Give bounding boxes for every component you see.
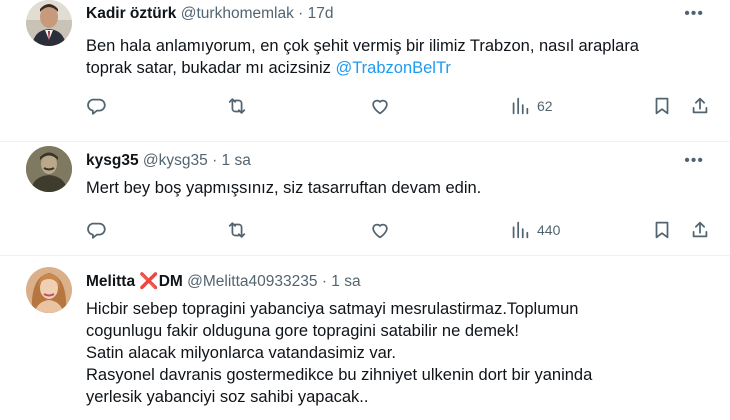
tweet-header: kysg35 @kysg35 · 1 sa [86,151,251,171]
reply-icon [87,98,106,115]
timestamp[interactable]: 1 sa [331,273,360,290]
retweet-button[interactable] [226,219,248,241]
views-button[interactable]: 62 [509,95,553,117]
timestamp[interactable]: 17d [308,5,334,22]
tweet-2[interactable]: kysg35 @kysg35 · 1 sa ••• Mert bey boş y… [0,142,730,256]
tweet-text: Hicbir sebep topragini yabanciya satmayi… [86,298,592,408]
share-button[interactable] [689,219,711,241]
tweet-header: Melitta ❌DM @Melitta40933235 · 1 sa [86,272,361,292]
heart-icon [372,223,388,239]
more-horizontal-icon[interactable]: ••• [684,6,704,22]
reply-button[interactable] [86,219,108,241]
retweet-icon [228,98,246,114]
separator-dot: · [321,273,327,290]
mention-link[interactable]: @TrabzonBelTr [335,59,450,77]
like-button[interactable] [369,95,391,117]
bookmark-icon [655,97,669,115]
tweet-text-line: Mert bey boş yapmışsınız, siz tasarrufta… [86,179,482,197]
tweet-actions: 62 [86,95,714,119]
user-handle[interactable]: @Melitta40933235 [187,273,317,290]
avatar[interactable] [26,0,72,46]
views-count: 62 [537,98,553,114]
share-button[interactable] [689,95,711,117]
tweet-actions: 440 [86,219,714,243]
timestamp[interactable]: 1 sa [222,152,251,169]
tweet-3[interactable]: Melitta ❌DM @Melitta40933235 · 1 sa Hicb… [0,256,730,420]
views-bar-chart-icon [512,97,529,115]
reply-icon [87,222,106,239]
tweet-text: Mert bey boş yapmışsınız, siz tasarrufta… [86,177,481,199]
cross-mark-icon: ❌ [139,273,159,290]
tweet-text-fragment: toprak satar, bukadar mı acizsiniz [86,59,336,77]
tweet-1[interactable]: Kadir öztürk @turkhomemlak · 17d ••• Ben… [0,0,730,142]
views-button[interactable]: 440 [509,219,560,241]
user-handle[interactable]: @turkhomemlak [181,5,294,22]
tweet-text-line: cogunlugu fakir olduguna gore topragini … [86,322,519,340]
share-icon [692,221,708,238]
separator-dot: · [298,5,304,22]
avatar[interactable] [26,146,72,192]
like-button[interactable] [369,219,391,241]
bookmark-icon [655,221,669,239]
tweet-text-line: Rasyonel davranis gostermedikce bu zihni… [86,366,593,384]
display-name[interactable]: kysg35 [86,152,139,169]
tweet-text-line: toprak satar, bukadar mı acizsiniz @Trab… [86,57,639,79]
more-horizontal-icon[interactable]: ••• [684,153,704,169]
tweet-text-line: Ben hala anlamıyorum, en çok şehit vermi… [86,37,639,55]
user-handle[interactable]: @kysg35 [143,152,208,169]
tweet-text-line: Hicbir sebep topragini yabanciya satmayi… [86,300,579,318]
views-bar-chart-icon [512,221,529,239]
tweet-header: Kadir öztürk @turkhomemlak · 17d [86,4,334,24]
separator-dot: · [212,152,218,169]
display-name[interactable]: Melitta ❌DM [86,273,183,290]
avatar[interactable] [26,267,72,313]
heart-icon [372,99,388,115]
tweet-text-line: yerlesik yabanciyi soz sahibi yapacak.. [86,388,369,406]
display-name[interactable]: Kadir öztürk [86,5,176,22]
display-name-suffix: DM [158,273,183,290]
tweet-text: Ben hala anlamıyorum, en çok şehit vermi… [86,35,639,79]
bookmark-button[interactable] [651,219,673,241]
tweet-text-line: Satin alacak milyonlarca vatandasimiz va… [86,344,396,362]
retweet-button[interactable] [226,95,248,117]
reply-button[interactable] [86,95,108,117]
bookmark-button[interactable] [651,95,673,117]
share-icon [692,97,708,114]
views-count: 440 [537,222,561,238]
retweet-icon [228,222,246,238]
display-name-text: Melitta [86,273,140,290]
